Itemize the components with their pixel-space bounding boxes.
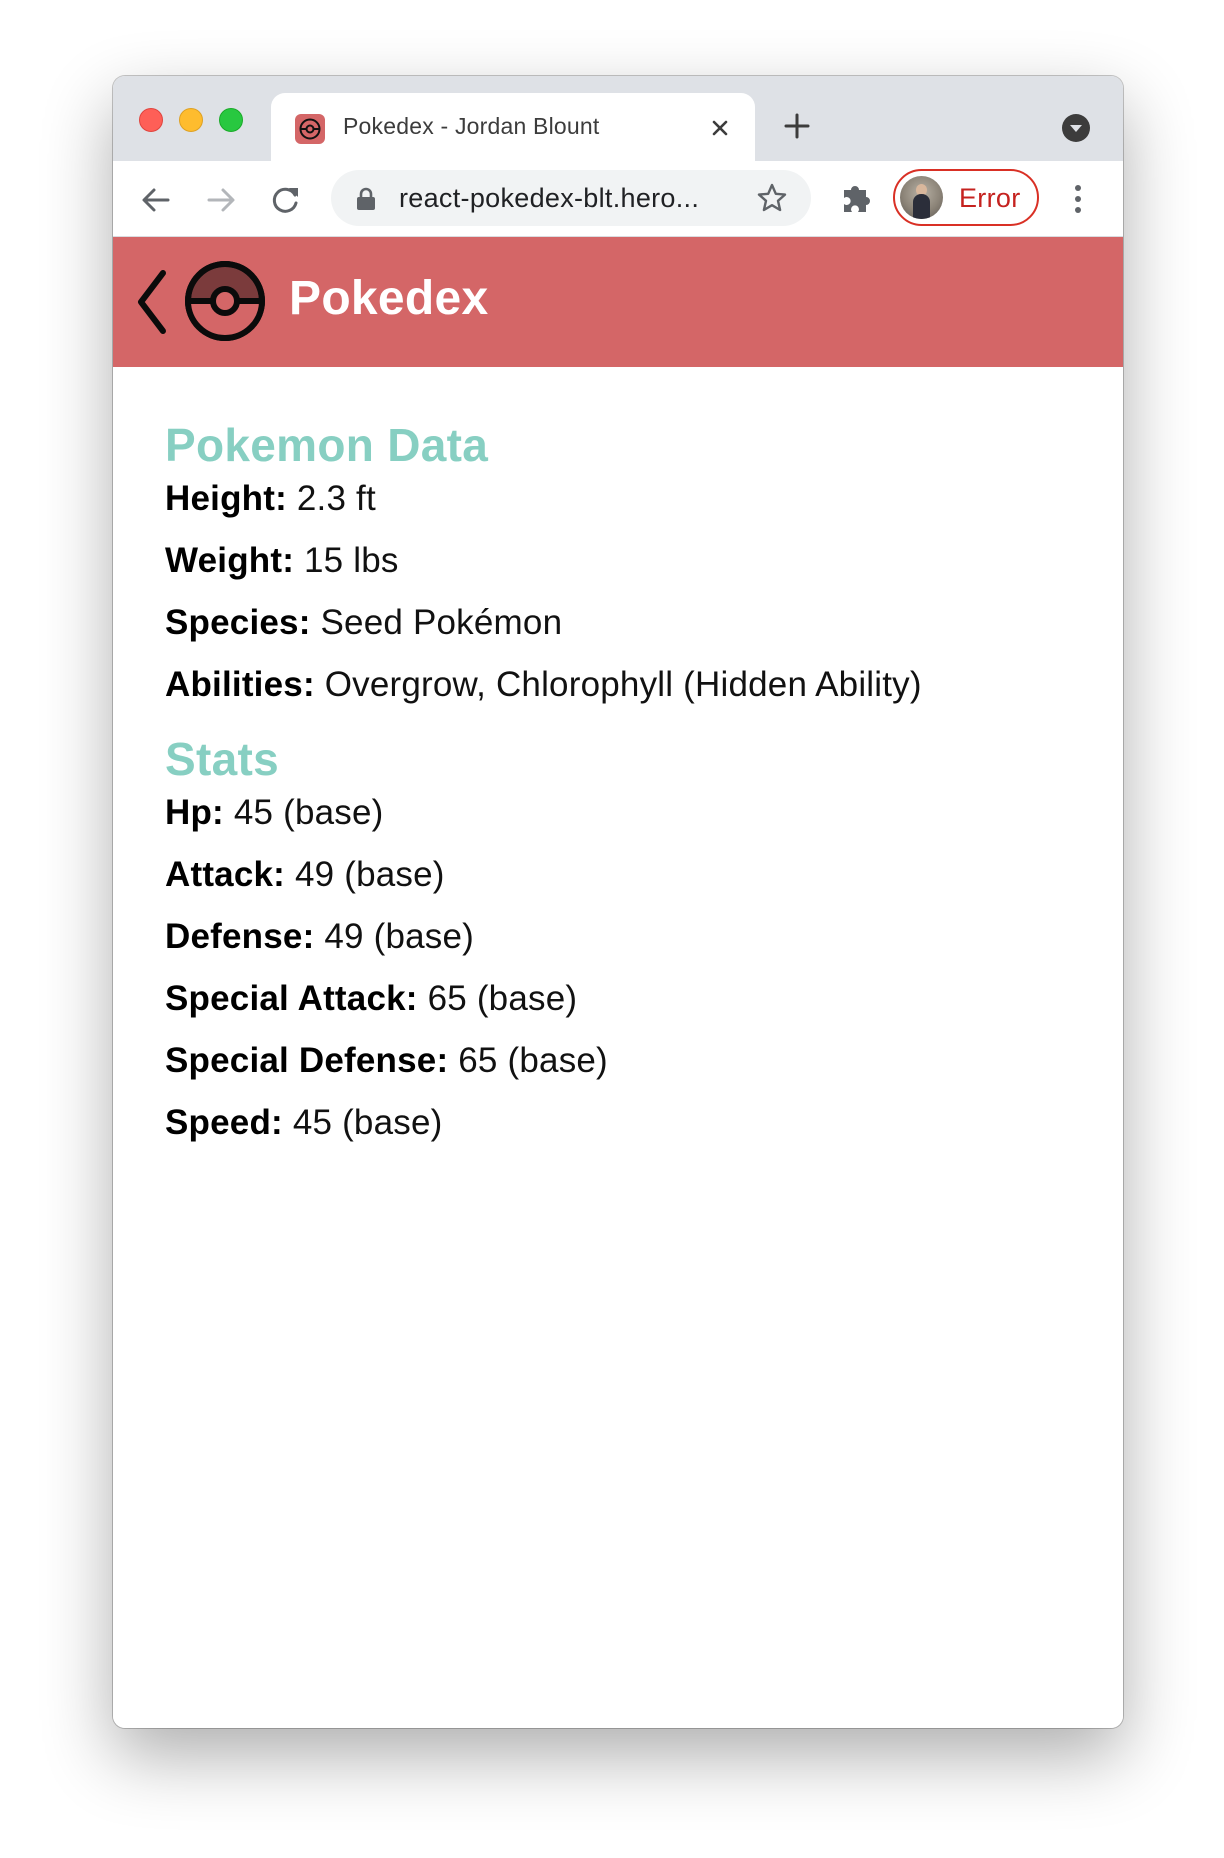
lock-icon[interactable] xyxy=(355,187,377,211)
info-row-species: Species: Seed Pokémon xyxy=(165,603,563,642)
pokemon-data-heading: Pokemon Data xyxy=(165,419,489,471)
browser-window: Pokedex - Jordan Blount react-pokedex-bl… xyxy=(113,76,1123,1728)
app-title: Pokedex xyxy=(289,272,489,325)
profile-button[interactable]: Error xyxy=(893,169,1039,226)
new-tab-button[interactable] xyxy=(781,110,813,142)
maximize-window-button[interactable] xyxy=(219,108,243,132)
stat-row-special-attack: Special Attack: 65 (base) xyxy=(165,979,578,1018)
info-row-abilities: Abilities: Overgrow, Chlorophyll (Hidden… xyxy=(165,665,922,704)
stat-row-hp: Hp: 45 (base) xyxy=(165,793,384,832)
reload-icon[interactable] xyxy=(269,183,303,217)
pokeball-favicon-icon xyxy=(295,114,325,144)
info-row-height: Height: 2.3 ft xyxy=(165,479,376,518)
info-row-weight: Weight: 15 lbs xyxy=(165,541,399,580)
minimize-window-button[interactable] xyxy=(179,108,203,132)
active-tab[interactable]: Pokedex - Jordan Blount xyxy=(271,93,755,161)
puzzle-icon[interactable] xyxy=(840,180,874,216)
forward-arrow-icon[interactable] xyxy=(204,183,238,217)
pokemon-details: Pokemon Data Height: 2.3 ft Weight: 15 l… xyxy=(165,417,1083,1143)
profile-status-label: Error xyxy=(959,183,1021,213)
stats-heading: Stats xyxy=(165,733,279,785)
avatar xyxy=(900,176,943,219)
stat-row-defense: Defense: 49 (base) xyxy=(165,917,475,956)
bookmark-star-icon[interactable] xyxy=(756,182,788,214)
back-arrow-icon[interactable] xyxy=(139,183,173,217)
stat-row-speed: Speed: 45 (base) xyxy=(165,1103,443,1142)
app-header: Pokedex xyxy=(113,237,1123,367)
more-menu-icon[interactable] xyxy=(1068,181,1088,217)
close-window-button[interactable] xyxy=(139,108,163,132)
tab-search-icon[interactable] xyxy=(1061,113,1091,143)
tab-title: Pokedex - Jordan Blount xyxy=(343,113,600,139)
address-bar[interactable]: react-pokedex-blt.hero... xyxy=(331,170,811,226)
url-text: react-pokedex-blt.hero... xyxy=(399,183,700,213)
browser-toolbar: react-pokedex-blt.hero... Error xyxy=(113,161,1123,237)
stat-row-special-defense: Special Defense: 65 (base) xyxy=(165,1041,608,1080)
chevron-left-icon[interactable] xyxy=(135,267,169,337)
tab-strip: Pokedex - Jordan Blount xyxy=(113,76,1123,161)
stat-row-attack: Attack: 49 (base) xyxy=(165,855,445,894)
page-viewport: Pokedex Pokemon Data Height: 2.3 ft Weig… xyxy=(113,237,1123,1728)
pokeball-icon xyxy=(184,260,266,342)
close-tab-icon[interactable] xyxy=(707,115,733,141)
